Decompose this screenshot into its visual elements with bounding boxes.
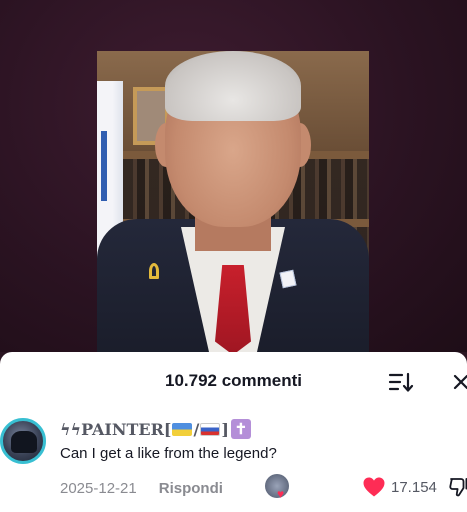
heart-icon[interactable] (362, 476, 386, 498)
comment-text: Can I get a like from the legend? (60, 445, 277, 462)
username-separator: / (193, 419, 200, 439)
creator-heart-icon: ♥ (277, 487, 285, 501)
person-hair (165, 51, 301, 121)
comment-username[interactable]: ϟϟPAINTER[ / ] ✝ (60, 418, 251, 440)
sort-icon[interactable] (388, 371, 414, 393)
video-frame[interactable] (97, 51, 369, 352)
comment-meta: 2025-12-21 Rispondi (60, 477, 223, 499)
thumbs-down-icon[interactable] (448, 476, 467, 498)
comments-panel: 10.792 commenti ϟϟPAINTER[ / ] ✝ Can I g… (0, 352, 467, 512)
russia-flag-icon (200, 422, 221, 436)
ukraine-flag-icon (172, 422, 193, 436)
cross-badge-icon: ✝ (230, 419, 251, 439)
reply-button[interactable]: Rispondi (159, 480, 223, 497)
avatar[interactable] (0, 418, 46, 464)
like-count: 17.154 (391, 479, 437, 496)
close-icon[interactable] (450, 371, 467, 393)
username-suffix: ] (221, 419, 229, 439)
yellow-ribbon-pin-icon (149, 263, 159, 279)
video-player[interactable] (0, 0, 467, 352)
avatar-image (11, 431, 37, 453)
username-prefix: ϟϟPAINTER[ (60, 419, 172, 439)
flag-pin-icon (279, 269, 297, 289)
flag-stripe (101, 131, 107, 201)
comments-header: 10.792 commenti (0, 367, 467, 397)
comment-date: 2025-12-21 (60, 479, 137, 497)
